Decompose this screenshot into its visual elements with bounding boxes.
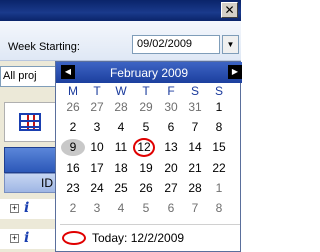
weekday-header: F [167,84,175,98]
grid-glyph-icon [19,113,41,131]
today-link[interactable]: Today: 12/2/2009 [92,231,184,245]
calendar-day[interactable]: 20 [159,160,183,177]
timesheet-grid-icon[interactable] [4,102,60,142]
calendar-day[interactable]: 19 [134,160,158,177]
weekday-header: T [93,84,101,98]
weekday-header: S [190,84,199,98]
calendar-day[interactable]: 26 [134,180,158,197]
calendar-day[interactable]: 8 [207,119,231,136]
info-icon[interactable]: i [24,231,37,246]
tree-row[interactable]: + i [0,229,62,249]
info-icon[interactable]: i [24,201,37,216]
date-dropdown-button[interactable]: ▼ [222,35,239,54]
weekday-header: M [68,84,78,98]
today-marker-icon[interactable] [62,231,86,245]
calendar-day[interactable]: 10 [85,139,109,156]
calendar-day[interactable]: 12 [133,138,155,157]
calendar-day[interactable]: 17 [85,160,109,177]
calendar-day[interactable]: 31 [183,99,207,116]
calendar-month-title: February 2009 [109,66,189,80]
calendar-day[interactable]: 13 [159,139,183,156]
calendar-day[interactable]: 27 [159,180,183,197]
calendar-day[interactable]: 1 [207,180,231,197]
calendar-day[interactable]: 16 [61,160,85,177]
expand-icon[interactable]: + [10,204,19,213]
title-bar [0,0,241,21]
calendar-day[interactable]: 11 [109,139,133,156]
calendar-day[interactable]: 28 [109,99,133,116]
tree-row[interactable]: + i [0,199,62,219]
calendar-divider [60,224,240,225]
calendar-day[interactable]: 6 [159,119,183,136]
calendar-day[interactable]: 15 [207,139,231,156]
calendar-popup: ◀ February 2009 ▶ MTWTFSS 26 27 28 29 30 31 1 2… [55,61,242,252]
previous-month-icon[interactable]: ◀ [61,65,75,79]
calendar-day[interactable]: 5 [134,119,158,136]
calendar-day[interactable]: 4 [109,119,133,136]
week-starting-label: Week Starting: [8,41,80,53]
calendar-day[interactable]: 27 [85,99,109,116]
calendar-day[interactable]: 2 [61,119,85,136]
weekday-header: W [115,84,127,98]
close-button[interactable]: ✕ [221,2,238,18]
calendar-day[interactable]: 25 [109,180,133,197]
calendar-day[interactable]: 30 [159,99,183,116]
calendar-day[interactable]: 7 [183,200,207,217]
calendar-day[interactable]: 23 [61,180,85,197]
calendar-day[interactable]: 4 [109,200,133,217]
calendar-day[interactable]: 8 [207,200,231,217]
project-filter-select[interactable]: All proj [0,66,60,87]
calendar-day[interactable]: 2 [61,200,85,217]
calendar-day[interactable]: 3 [85,200,109,217]
weekday-header: T [142,84,150,98]
weekday-header: S [214,84,223,98]
calendar-day[interactable]: 14 [183,139,207,156]
calendar-header: ◀ February 2009 ▶ [56,62,242,83]
calendar-day[interactable]: 22 [207,160,231,177]
calendar-day[interactable]: 1 [207,99,231,116]
calendar-day[interactable]: 6 [159,200,183,217]
calendar-day[interactable]: 21 [183,160,207,177]
section-header-bar [4,147,62,173]
calendar-day[interactable]: 7 [183,119,207,136]
week-starting-date-field[interactable]: 09/02/2009 [132,35,220,54]
calendar-day[interactable]: 28 [183,180,207,197]
next-month-icon[interactable]: ▶ [228,65,242,79]
id-column-header[interactable]: ID [4,173,62,193]
calendar-day[interactable]: 26 [61,99,85,116]
calendar-day[interactable]: 18 [109,160,133,177]
expand-icon[interactable]: + [10,234,19,243]
calendar-day[interactable]: 29 [134,99,158,116]
calendar-day[interactable]: 5 [134,200,158,217]
calendar-day[interactable]: 9 [61,139,85,156]
calendar-day[interactable]: 24 [85,180,109,197]
calendar-day[interactable]: 3 [85,119,109,136]
